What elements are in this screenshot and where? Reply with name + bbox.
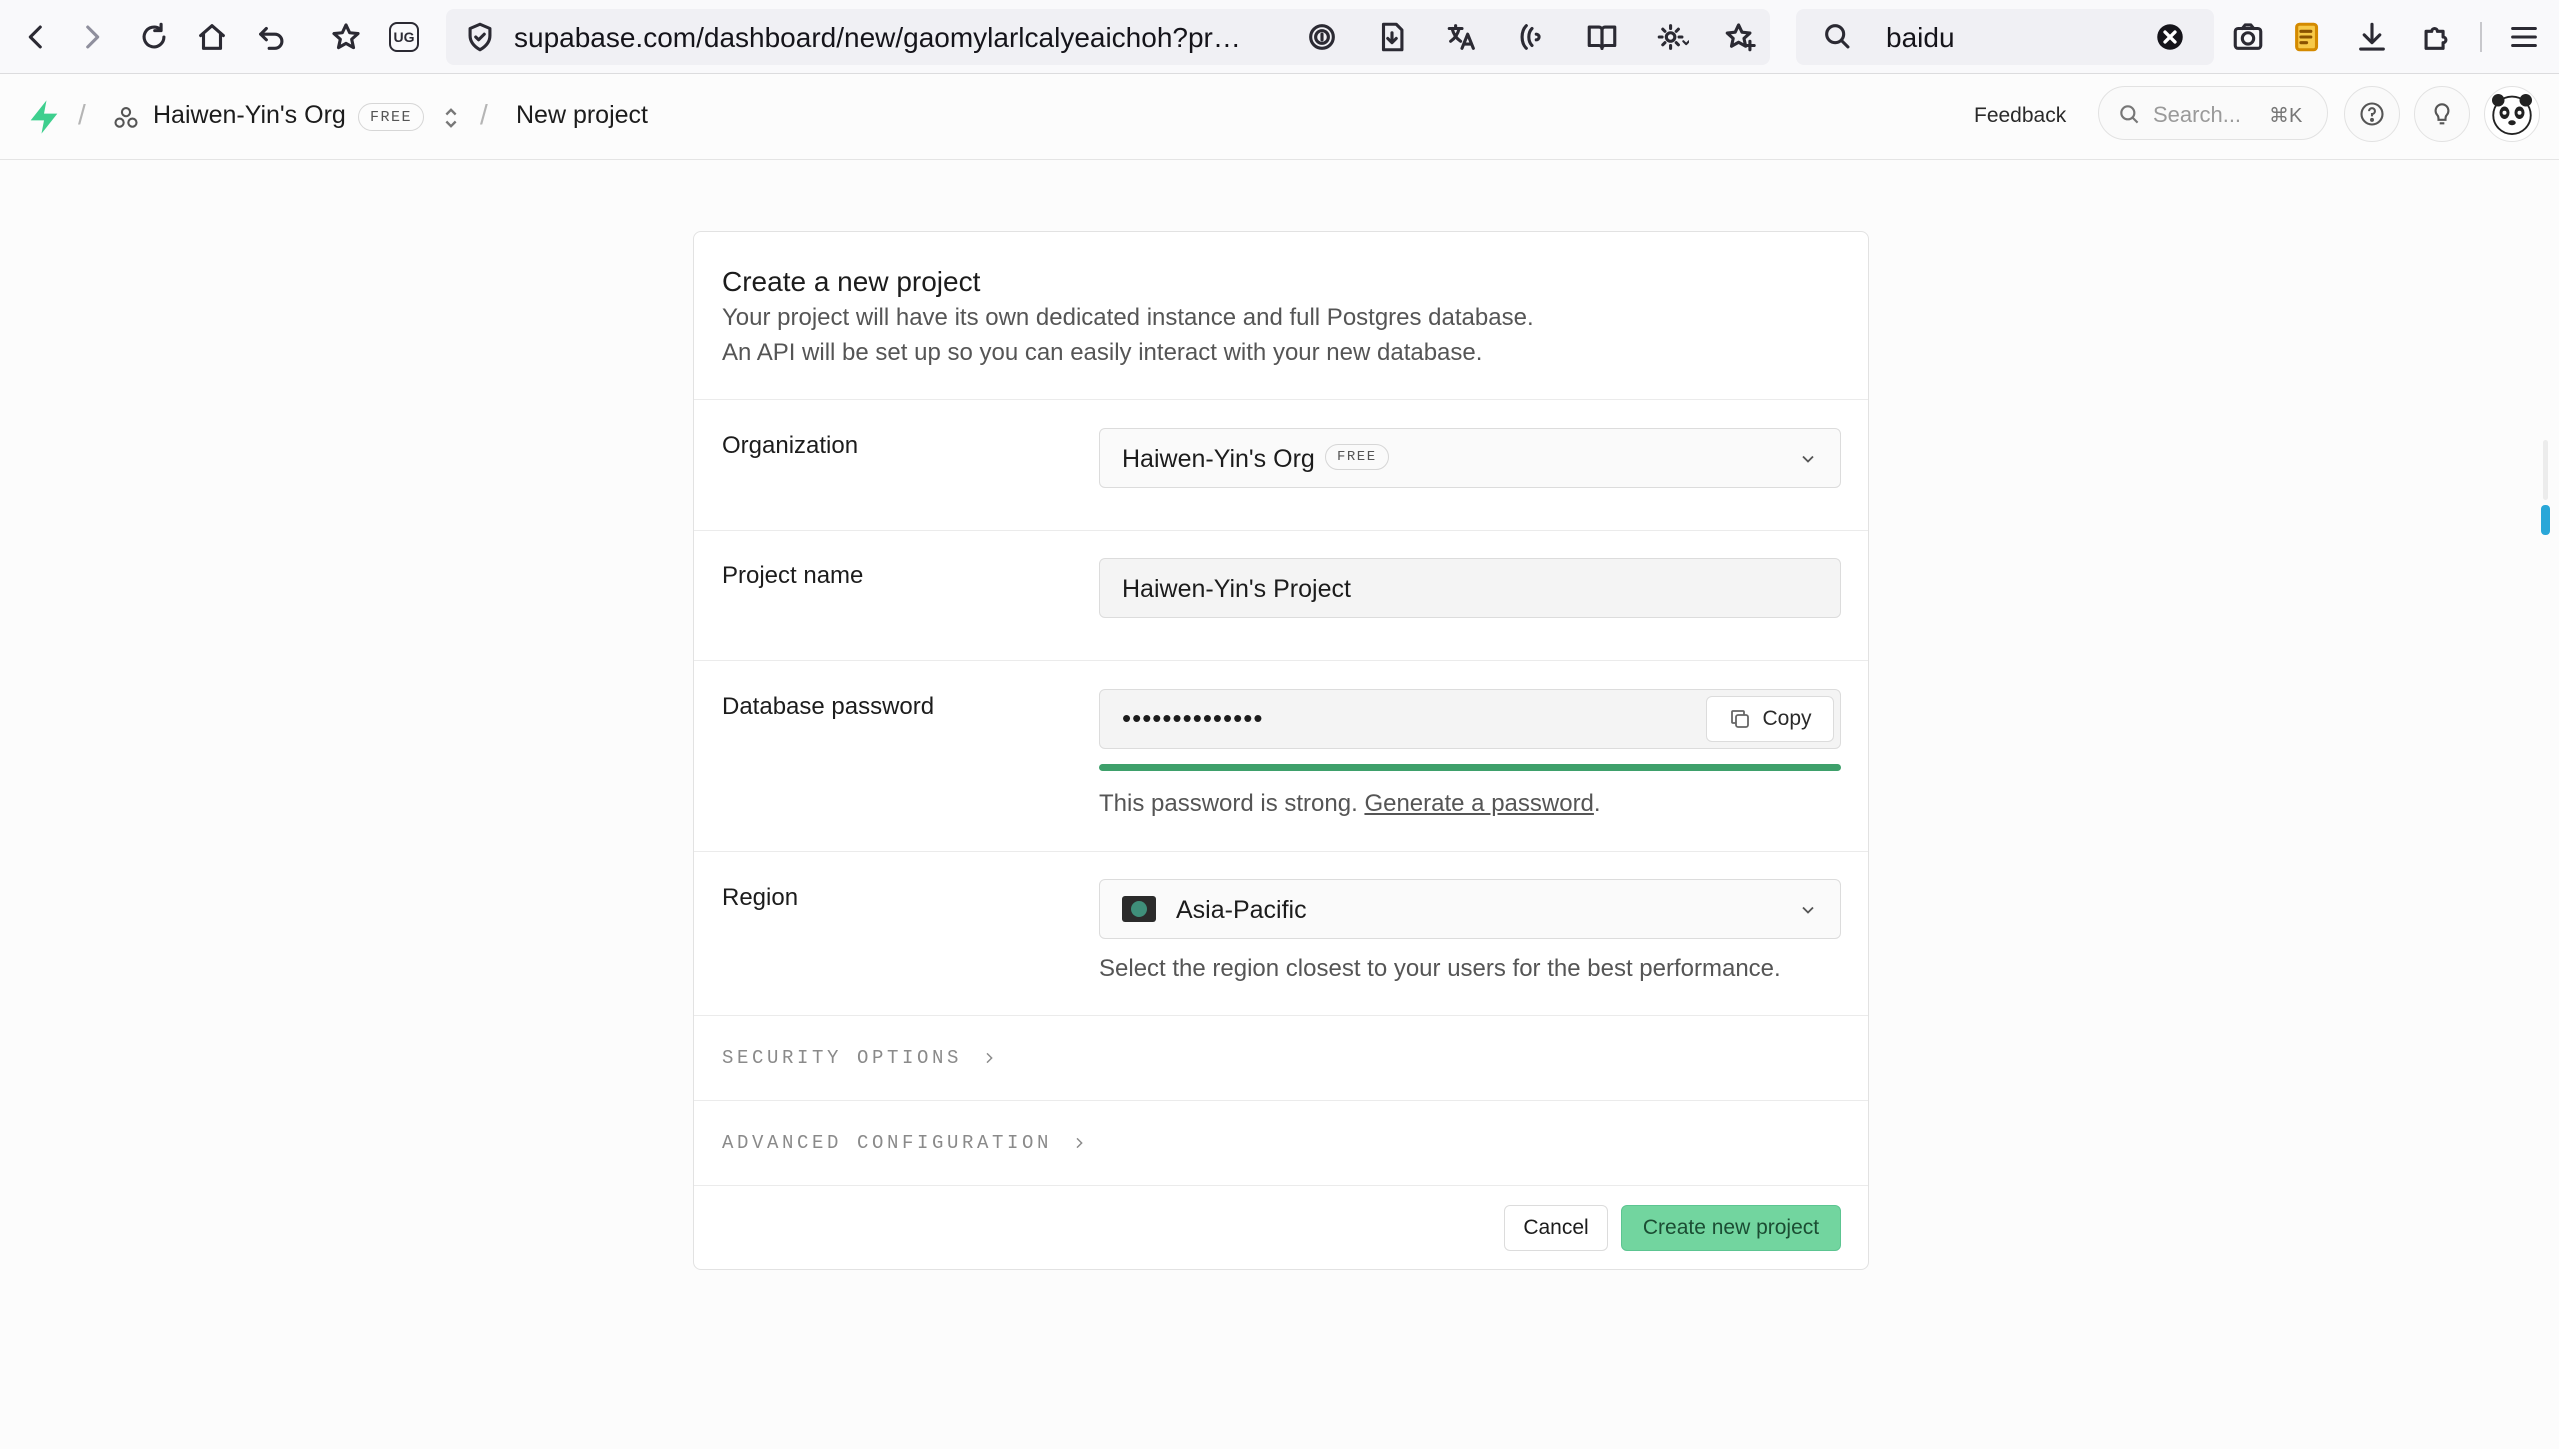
- avatar[interactable]: [2484, 86, 2540, 142]
- breadcrumb-separator: /: [78, 99, 86, 130]
- breadcrumb-page: New project: [516, 101, 648, 129]
- notes-icon[interactable]: [2284, 13, 2332, 61]
- breadcrumb-org[interactable]: Haiwen-Yin's Org: [153, 101, 346, 130]
- cancel-button[interactable]: Cancel: [1504, 1205, 1608, 1251]
- database-password-value: ••••••••••••••: [1122, 703, 1264, 733]
- help-icon: [2360, 102, 2384, 126]
- address-bar[interactable]: supabase.com/dashboard/new/gaomylarlcaly…: [446, 9, 1770, 65]
- home-icon[interactable]: [188, 13, 236, 61]
- divider: [694, 851, 1868, 852]
- puzzle-icon[interactable]: [2412, 13, 2460, 61]
- chevron-down-icon: [1802, 906, 1814, 914]
- password-strength-text: This password is strong. Generate a pass…: [1099, 790, 1601, 818]
- region-helper: Select the region closest to your users …: [1099, 955, 1781, 982]
- database-password-input[interactable]: •••••••••••••• Copy: [1099, 689, 1841, 749]
- card-title: Create a new project: [722, 266, 981, 297]
- screenshot-icon[interactable]: [2224, 13, 2272, 61]
- menu-icon[interactable]: [2500, 13, 2548, 61]
- copy-icon: [1731, 710, 1750, 728]
- org-icon: [112, 104, 140, 132]
- divider: [694, 530, 1868, 531]
- switch-org-chevrons-icon[interactable]: [437, 103, 465, 133]
- card-description-line1: Your project will have its own dedicated…: [722, 304, 1534, 331]
- search-icon[interactable]: [1814, 13, 1862, 61]
- password-strength-message: This password is strong.: [1099, 790, 1358, 817]
- download-icon[interactable]: [2348, 13, 2396, 61]
- organization-plan-badge: FREE: [1325, 444, 1389, 470]
- breadcrumb-separator-2: /: [480, 99, 488, 130]
- divider: [694, 399, 1868, 400]
- divider: [694, 1015, 1868, 1016]
- reader-view-icon[interactable]: [1578, 13, 1626, 61]
- clear-icon[interactable]: [2146, 13, 2194, 61]
- browser-search-text[interactable]: baidu: [1886, 22, 1955, 54]
- ug-icon[interactable]: UG: [380, 13, 428, 61]
- copy-password-button[interactable]: Copy: [1706, 696, 1834, 742]
- whats-new-button[interactable]: [2414, 86, 2470, 142]
- read-aloud-icon[interactable]: [1508, 13, 1556, 61]
- supabase-logo-icon[interactable]: [24, 97, 64, 137]
- url-text[interactable]: supabase.com/dashboard/new/gaomylarlcaly…: [514, 22, 1254, 54]
- plan-badge: FREE: [358, 103, 425, 131]
- create-project-card: Create a new project Your project will h…: [693, 231, 1869, 1270]
- extensions-gear-icon[interactable]: [1648, 13, 1696, 61]
- back-icon[interactable]: [12, 13, 60, 61]
- star-icon[interactable]: [322, 13, 370, 61]
- scrollbar-thumb[interactable]: [2541, 505, 2550, 535]
- app-header: / Haiwen-Yin's Org FREE / New project Fe…: [0, 75, 2559, 160]
- chevron-down-icon: [1802, 455, 1814, 463]
- project-name-value: Haiwen-Yin's Project: [1122, 575, 1351, 603]
- project-name-input[interactable]: Haiwen-Yin's Project: [1099, 558, 1841, 618]
- database-password-label: Database password: [722, 693, 935, 720]
- chevron-right-icon: [986, 1052, 993, 1064]
- organization-label: Organization: [722, 432, 859, 459]
- favorite-add-icon[interactable]: [1716, 13, 1764, 61]
- search-shortcut: ⌘K: [2269, 105, 2303, 127]
- organization-select[interactable]: Haiwen-Yin's Org FREE: [1099, 428, 1841, 488]
- password-strength-bar: [1099, 764, 1841, 771]
- region-value: Asia-Pacific: [1176, 896, 1307, 924]
- browser-toolbar: UG supabase.com/dashboard/new/gaomylarlc…: [0, 0, 2559, 74]
- globe-flag-icon: [1122, 896, 1156, 922]
- translate-icon[interactable]: [1438, 13, 1486, 61]
- scrollbar-track[interactable]: [2543, 440, 2548, 500]
- fingerprint-icon[interactable]: [1298, 13, 1346, 61]
- copy-label: Copy: [1762, 707, 1812, 730]
- generate-password-suffix: .: [1593, 790, 1601, 817]
- save-page-icon[interactable]: [1368, 13, 1416, 61]
- organization-value: Haiwen-Yin's Org: [1122, 445, 1315, 473]
- command-search[interactable]: Search... ⌘K: [2098, 86, 2328, 140]
- reload-icon[interactable]: [130, 13, 178, 61]
- divider: [694, 1185, 1868, 1186]
- region-select[interactable]: Asia-Pacific: [1099, 879, 1841, 939]
- advanced-configuration-label: ADVANCED CONFIGURATION: [722, 1132, 1053, 1154]
- shield-icon[interactable]: [456, 13, 504, 61]
- toolbar-divider: [2480, 22, 2482, 52]
- card-description-line2: An API will be set up so you can easily …: [722, 339, 1483, 366]
- lightbulb-icon: [2434, 103, 2450, 125]
- region-label: Region: [722, 884, 799, 911]
- divider: [694, 660, 1868, 661]
- divider: [694, 1100, 1868, 1101]
- search-placeholder: Search...: [2153, 102, 2242, 127]
- browser-search-box[interactable]: baidu: [1796, 9, 2214, 65]
- advanced-configuration-toggle[interactable]: ADVANCED CONFIGURATION: [722, 1132, 1087, 1154]
- help-button[interactable]: [2344, 86, 2400, 142]
- forward-icon[interactable]: [68, 13, 116, 61]
- security-options-label: SECURITY OPTIONS: [722, 1047, 963, 1069]
- project-name-label: Project name: [722, 562, 864, 589]
- feedback-button[interactable]: Feedback: [1974, 104, 2066, 128]
- security-options-toggle[interactable]: SECURITY OPTIONS: [722, 1047, 997, 1069]
- create-project-button[interactable]: Create new project: [1621, 1205, 1841, 1251]
- avatar-panda-icon: [2492, 94, 2532, 135]
- ug-label: UG: [389, 22, 419, 52]
- undo-icon[interactable]: [248, 13, 296, 61]
- generate-password-link[interactable]: Generate a password: [1364, 790, 1593, 817]
- chevron-right-icon: [1076, 1137, 1083, 1149]
- search-icon: [2120, 105, 2139, 124]
